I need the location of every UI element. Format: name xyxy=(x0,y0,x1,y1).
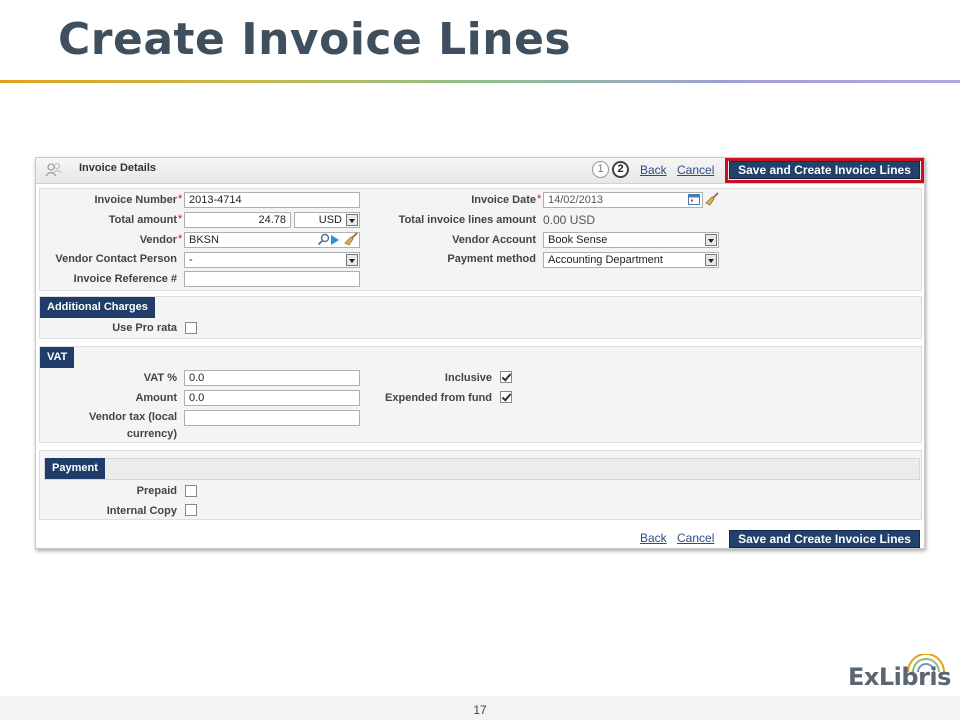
invoice-number-input[interactable]: 2013-4714 xyxy=(184,192,360,208)
additional-charges-tab: Additional Charges xyxy=(40,297,155,318)
vendor-tax-input[interactable] xyxy=(184,410,360,426)
calendar-icon[interactable] xyxy=(688,193,701,209)
clear-broom-icon[interactable] xyxy=(343,231,359,250)
title-divider xyxy=(0,80,960,83)
form-header-bar: Invoice Details 1 2 Back Cancel Save and… xyxy=(36,158,924,184)
invoice-details-panel: Invoice Number * 2013-4714 Total amount … xyxy=(39,188,922,291)
step-1-indicator[interactable]: 1 xyxy=(592,161,609,178)
required-marker: * xyxy=(178,213,183,225)
footer-back-link[interactable]: Back xyxy=(640,531,667,545)
payment-tab: Payment xyxy=(45,458,105,479)
invoice-reference-label: Invoice Reference # xyxy=(73,273,177,285)
invoice-date-label: Invoice Date xyxy=(471,194,536,206)
cancel-link[interactable]: Cancel xyxy=(677,163,714,177)
prepaid-checkbox[interactable] xyxy=(185,485,197,497)
dropdown-arrow-icon xyxy=(346,254,358,266)
currency-value: USD xyxy=(318,214,342,226)
footer-cancel-link[interactable]: Cancel xyxy=(677,531,714,545)
dropdown-arrow-icon xyxy=(705,254,717,266)
vat-percent-label: VAT % xyxy=(143,372,177,384)
internal-copy-label: Internal Copy xyxy=(106,505,177,517)
vendor-tax-label: Vendor tax (local xyxy=(88,411,177,423)
back-link[interactable]: Back xyxy=(640,163,667,177)
vendor-account-value: Book Sense xyxy=(548,234,608,246)
expended-from-fund-label: Expended from fund xyxy=(385,392,492,404)
vat-tab: VAT xyxy=(40,347,75,368)
vat-amount-input[interactable]: 0.0 xyxy=(184,390,360,406)
payment-method-select[interactable]: Accounting Department xyxy=(543,252,719,268)
use-pro-rata-checkbox[interactable] xyxy=(185,322,197,334)
vat-amount-label: Amount xyxy=(135,392,177,404)
clear-broom-icon[interactable] xyxy=(704,191,720,210)
payment-panel: Payment Prepaid Internal Copy xyxy=(39,450,922,520)
additional-charges-panel: Additional Charges Use Pro rata xyxy=(39,296,922,339)
invoice-date-input[interactable]: 14/02/2013 xyxy=(543,192,703,208)
use-pro-rata-label: Use Pro rata xyxy=(112,322,177,334)
footer-save-and-create-lines-button[interactable]: Save and Create Invoice Lines xyxy=(729,530,920,548)
invoice-reference-input[interactable] xyxy=(184,271,360,287)
form-title: Invoice Details xyxy=(79,162,157,174)
play-arrow-icon[interactable] xyxy=(330,234,340,249)
dropdown-arrow-icon xyxy=(705,234,717,246)
vendor-account-label: Vendor Account xyxy=(452,234,536,246)
vat-panel: VAT VAT % 0.0 Amount 0.0 Vendor tax (loc… xyxy=(39,346,922,443)
required-marker: * xyxy=(178,233,183,245)
total-amount-input[interactable]: 24.78 xyxy=(184,212,291,228)
total-amount-label: Total amount xyxy=(108,214,177,226)
vendor-contact-value: - xyxy=(189,254,193,266)
vendor-account-select[interactable]: Book Sense xyxy=(543,232,719,248)
payment-header-strip xyxy=(44,458,920,480)
vendor-contact-select[interactable]: - xyxy=(184,252,360,268)
search-icon[interactable] xyxy=(317,233,331,250)
expended-from-fund-checkbox[interactable] xyxy=(500,391,512,403)
invoice-form-screenshot: Invoice Details 1 2 Back Cancel Save and… xyxy=(35,157,925,549)
vat-percent-input[interactable]: 0.0 xyxy=(184,370,360,386)
invoice-number-label: Invoice Number xyxy=(94,194,177,206)
vendor-tax-label-line2: currency) xyxy=(126,428,177,440)
logo-text: ExLibris xyxy=(848,663,951,691)
payment-method-value: Accounting Department xyxy=(548,254,663,266)
step-2-indicator[interactable]: 2 xyxy=(612,161,629,178)
save-and-create-lines-button[interactable]: Save and Create Invoice Lines xyxy=(729,161,920,179)
inclusive-checkbox[interactable] xyxy=(500,371,512,383)
inclusive-label: Inclusive xyxy=(444,372,492,384)
vendor-contact-label: Vendor Contact Person xyxy=(55,253,177,265)
required-marker: * xyxy=(537,193,542,205)
vendor-value: BKSN xyxy=(189,234,219,246)
total-lines-value: 0.00 USD xyxy=(543,213,596,227)
internal-copy-checkbox[interactable] xyxy=(185,504,197,516)
slide-title: Create Invoice Lines xyxy=(58,14,572,65)
vendor-label: Vendor xyxy=(139,234,177,246)
page-number: 17 xyxy=(473,703,487,717)
total-lines-label: Total invoice lines amount xyxy=(398,214,536,226)
people-icon xyxy=(44,162,64,181)
prepaid-label: Prepaid xyxy=(136,485,177,497)
exlibris-logo: ExLibris xyxy=(848,653,951,694)
required-marker: * xyxy=(178,193,183,205)
payment-method-label: Payment method xyxy=(447,253,536,265)
